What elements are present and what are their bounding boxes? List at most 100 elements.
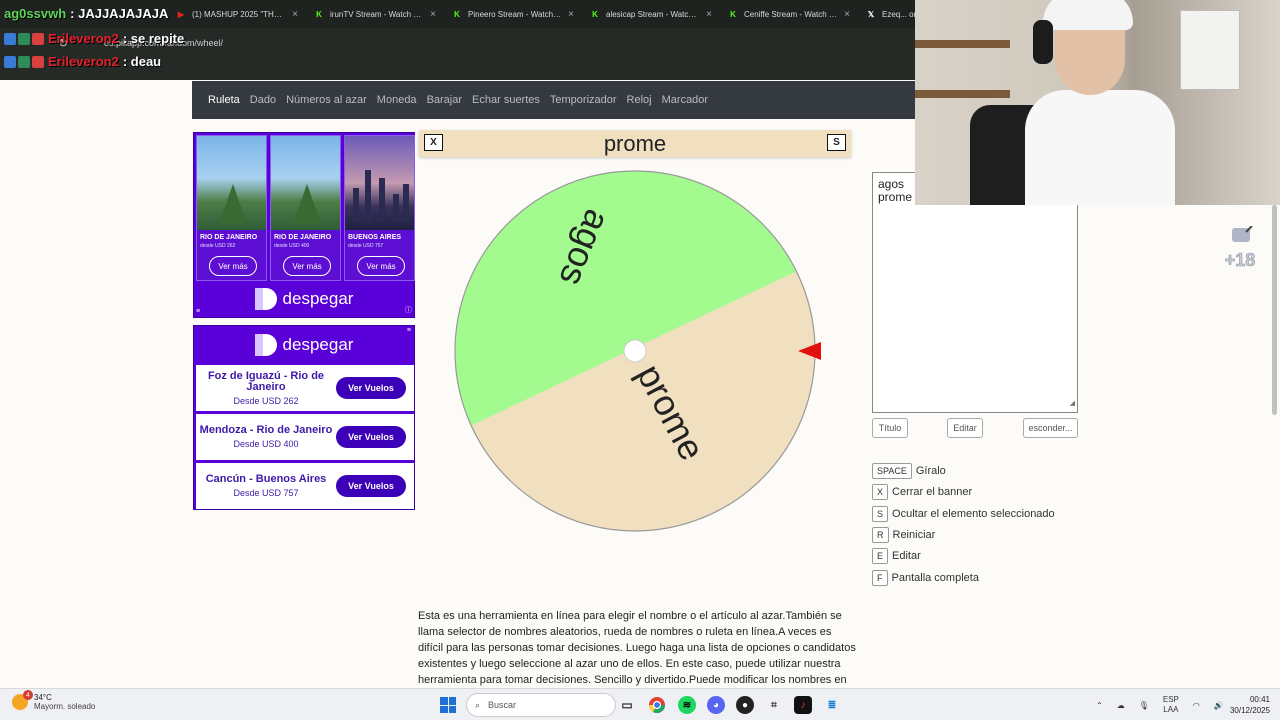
close-tab-icon[interactable]: × [568,9,574,20]
ad-banner-bottom[interactable]: ≡ despegar Foz de Iguazú - Rio de Janeir… [193,325,415,510]
close-tab-icon[interactable]: × [706,9,712,20]
notepad-icon[interactable]: ≣ [823,696,841,714]
nav-item[interactable]: Dado [250,94,276,106]
tab-title: alesicap Stream - Watch L... [606,9,701,19]
start-button[interactable] [440,697,456,713]
ad-destination-card[interactable]: RIO DE JANEIRO desde USD 400 Ver más [270,135,341,281]
chat-badge-icon [32,55,44,68]
taskbar-search[interactable]: ⌕ Buscar [466,693,616,717]
close-tab-icon[interactable]: × [292,9,298,20]
task-view-icon[interactable]: ▭ [618,696,636,714]
hide-button[interactable]: esconder... [1023,418,1078,438]
wheel-center-button[interactable] [623,339,647,363]
selected-name: prome [603,131,667,156]
spotify-icon[interactable]: ≋ [678,696,696,714]
nav-item[interactable]: Números al azar [286,94,367,106]
scrollbar-thumb[interactable] [1272,205,1277,415]
ad-destination-card[interactable]: BUENOS AIRES desde USD 757 Ver más [344,135,415,281]
page-scrollbar[interactable] [1271,205,1278,685]
tiktok-icon[interactable]: ♪ [794,696,812,714]
destination-photo [197,136,266,230]
youtube-icon: ▶ [177,9,185,19]
shortcut-label: Pantalla completa [891,571,979,584]
discord-icon[interactable]: ◕ [707,696,725,714]
chat-badge-icon [4,55,16,68]
nav-item[interactable]: Reloj [627,94,652,106]
result-banner: X prome S [419,130,851,157]
chat-username: Erileveron2 [48,31,119,46]
ad-destination-card[interactable]: RIO DE JANEIRO desde USD 262 Ver más [196,135,267,281]
wifi-icon[interactable]: ◠ [1193,701,1200,710]
resize-grip-icon[interactable]: ◢ [1070,397,1075,410]
browser-tab[interactable]: KirunTV Stream - Watch Li... × [306,0,444,28]
shortcut-row: X Cerrar el banner [872,484,972,501]
ver-mas-button[interactable]: Ver más [283,256,331,276]
browser-tab[interactable]: K Pineero Stream - Watch L... × [444,0,582,28]
ad-banner-top[interactable]: RIO DE JANEIRO desde USD 262 Ver más RIO DE… [193,132,415,318]
ad-info-icon[interactable]: ⓘ [405,305,412,315]
sun-icon: 4 [12,690,33,710]
search-placeholder: Buscar [488,700,517,710]
ver-vuelos-button[interactable]: Ver Vuelos [336,377,406,399]
names-textarea[interactable]: agos prome ◢ [872,172,1078,413]
mic-icon[interactable]: 🎙 [1139,701,1149,710]
weather-widget[interactable]: 4 34°C Mayorm. soleado [12,690,95,711]
tab-title: (1) MASHUP 2025 "THE F... [192,9,287,19]
nav-item[interactable]: Ruleta [208,94,240,106]
destination-name: BUENOS AIRES [348,234,402,241]
capture-icon[interactable]: ⌗ [765,696,783,714]
route-price: Desde USD 757 [233,488,299,498]
nav-item[interactable]: Temporizador [550,94,617,106]
ver-vuelos-button[interactable]: Ver Vuelos [336,475,406,497]
route-name: Cancún - Buenos Aires [205,473,327,485]
ver-vuelos-button[interactable]: Ver Vuelos [336,426,406,448]
chat-badges [4,55,44,68]
flight-route-row[interactable]: Foz de Iguazú - Rio de Janeiro Desde USD … [196,365,414,411]
shortcut-key: X [872,484,889,501]
spin-wheel[interactable]: agos prome [450,165,830,540]
flight-route-row[interactable]: Cancún - Buenos Aires Desde USD 757 Ver Vu… [196,463,414,509]
flight-route-row[interactable]: Mendoza - Rio de Janeiro Desde USD 400 Ver… [196,414,414,460]
close-tab-icon[interactable]: × [430,9,436,20]
volume-icon[interactable]: 🔊 [1214,701,1224,710]
browser-tab[interactable]: ▶ (1) MASHUP 2025 "THE F... × [168,0,306,28]
close-tab-icon[interactable]: × [844,9,850,20]
chat-text: : deau [122,54,162,69]
chrome-icon[interactable] [648,696,666,714]
route-name: Foz de Iguazú - Rio de Janeiro [207,369,325,393]
shortcut-key: SPACE [872,463,912,479]
age-rating-icon: +18 [1224,226,1256,270]
network-icon[interactable]: ☁ [1117,701,1125,710]
tab-title: Pineero Stream - Watch L... [468,9,563,19]
nav-item[interactable]: Barajar [427,94,462,106]
ver-mas-button[interactable]: Ver más [357,256,405,276]
shortcut-key: F [872,569,888,586]
route-price: Desde USD 262 [233,395,299,406]
title-button[interactable]: Título [872,418,908,438]
clock[interactable]: 00:41 30/12/2025 [1224,694,1270,716]
despegar-logo[interactable]: despegar [194,281,414,317]
chevron-up-icon[interactable]: ⌃ [1096,701,1103,710]
chat-badge-icon [32,32,44,45]
taskbar: 4 34°C Mayorm. soleado ⌕ Buscar ▭ ≋ ◕ ● … [0,688,1280,720]
destination-photo [271,136,340,230]
ver-mas-button[interactable]: Ver más [209,256,257,276]
search-icon: ⌕ [475,699,481,710]
edit-button[interactable]: Editar [947,418,983,438]
despegar-logo[interactable]: despegar [194,326,414,364]
chat-message: ag0ssvwh: JAJJAJAJAJA [4,6,168,21]
weather-temp: 34°C [34,693,52,702]
despegar-logo-icon [254,334,277,356]
chat-username: Erileveron2 [48,54,119,69]
nav-item[interactable]: Moneda [377,94,417,106]
shortcut-row: SPACE Gíralo [872,463,946,479]
chat-badge-icon [18,55,30,68]
language-indicator[interactable]: ESP LAA [1163,695,1179,715]
nav-item[interactable]: Marcador [662,94,708,106]
obs-icon[interactable]: ● [736,696,754,714]
ad-menu-icon[interactable]: ≡ [407,327,411,334]
hide-selected-button[interactable]: S [827,134,846,151]
browser-tab[interactable]: K Ceniffe Stream - Watch Li... × [720,0,858,28]
browser-tab[interactable]: Kalesicap Stream - Watch L... × [582,0,720,28]
nav-item[interactable]: Echar suertes [472,94,540,106]
